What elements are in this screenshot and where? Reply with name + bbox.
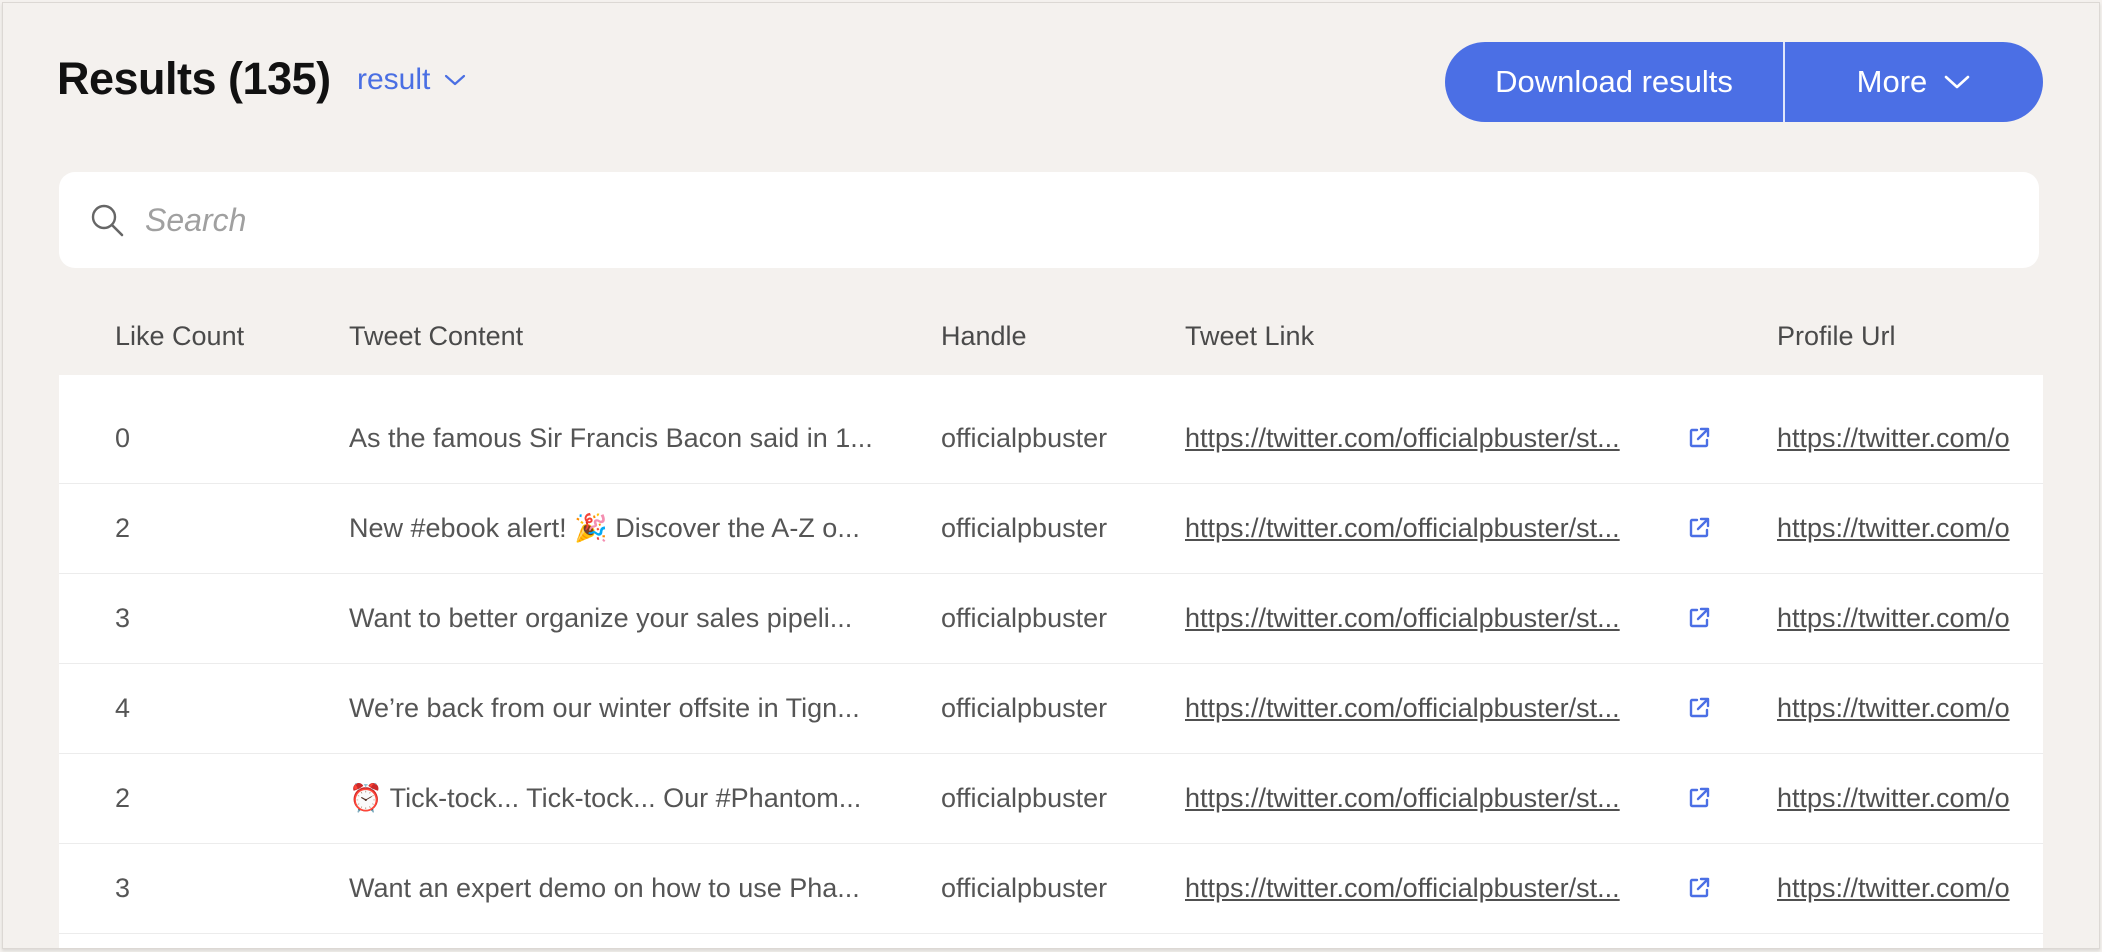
more-button[interactable]: More [1785, 42, 2043, 122]
tweet-link[interactable]: https://twitter.com/officialpbuster/st..… [1185, 753, 1665, 843]
column-header-profile-url[interactable]: Profile Url [1777, 321, 1896, 352]
external-link-icon[interactable] [1687, 573, 1717, 663]
like-count-cell: 0 [115, 423, 131, 453]
handle-cell: officialpbuster [941, 513, 1108, 543]
table-row: 3 Want an expert demo on how to use Pha.… [59, 843, 2043, 934]
handle-cell: officialpbuster [941, 873, 1108, 903]
results-panel: Results (135) result Download results Mo… [2, 2, 2100, 949]
like-count-cell: 4 [115, 693, 131, 723]
profile-url-link[interactable]: https://twitter.com/o [1777, 573, 2043, 663]
tweet-content-cell: Want an expert demo on how to use Pha... [349, 873, 860, 903]
profile-url-link[interactable]: https://twitter.com/o [1777, 753, 2043, 843]
results-table: 0 As the famous Sir Francis Bacon said i… [59, 375, 2043, 948]
column-header-like-count[interactable]: Like Count [115, 321, 244, 352]
chevron-down-icon [1945, 75, 1970, 89]
tweet-content-cell: Want to better organize your sales pipel… [349, 603, 853, 633]
like-count-cell: 3 [115, 603, 131, 633]
table-header: Like Count Tweet Content Handle Tweet Li… [59, 303, 2043, 375]
tweet-content-cell: New #ebook alert! 🎉 Discover the A-Z o..… [349, 513, 860, 543]
result-view-label: result [357, 63, 431, 96]
like-count-cell: 2 [115, 513, 131, 543]
like-count-cell: 2 [115, 783, 131, 813]
search-input[interactable] [143, 200, 1947, 240]
external-link-icon[interactable] [1687, 483, 1717, 573]
tweet-content-cell: As the famous Sir Francis Bacon said in … [349, 423, 873, 453]
table-row: 4 We’re back from our winter offsite in … [59, 663, 2043, 754]
profile-url-link[interactable]: https://twitter.com/o [1777, 843, 2043, 933]
table-row: 3 Want to better organize your sales pip… [59, 573, 2043, 664]
search-icon [91, 204, 124, 237]
external-link-icon[interactable] [1687, 843, 1717, 933]
profile-url-link[interactable]: https://twitter.com/o [1777, 393, 2043, 483]
chevron-down-icon [445, 74, 466, 86]
tweet-link[interactable]: https://twitter.com/officialpbuster/st..… [1185, 483, 1665, 573]
table-row: 2 ⏰ Tick-tock... Tick-tock... Our #Phant… [59, 753, 2043, 844]
result-view-dropdown[interactable]: result [357, 63, 466, 97]
download-results-button[interactable]: Download results [1445, 42, 1783, 122]
profile-url-link[interactable]: https://twitter.com/o [1777, 663, 2043, 753]
handle-cell: officialpbuster [941, 603, 1108, 633]
handle-cell: officialpbuster [941, 693, 1108, 723]
tweet-link[interactable]: https://twitter.com/officialpbuster/st..… [1185, 663, 1665, 753]
tweet-content-cell: ⏰ Tick-tock... Tick-tock... Our #Phantom… [349, 783, 862, 813]
tweet-link[interactable]: https://twitter.com/officialpbuster/st..… [1185, 393, 1665, 483]
download-results-label: Download results [1495, 64, 1733, 99]
handle-cell: officialpbuster [941, 423, 1108, 453]
column-header-tweet-link[interactable]: Tweet Link [1185, 321, 1314, 352]
table-row: 0 As the famous Sir Francis Bacon said i… [59, 393, 2043, 484]
page-title: Results (135) [57, 53, 331, 104]
handle-cell: officialpbuster [941, 783, 1108, 813]
table-row: 2 New #ebook alert! 🎉 Discover the A-Z o… [59, 483, 2043, 574]
profile-url-link[interactable]: https://twitter.com/o [1777, 483, 2043, 573]
tweet-content-cell: We’re back from our winter offsite in Ti… [349, 693, 860, 723]
column-header-tweet-content[interactable]: Tweet Content [349, 321, 523, 352]
external-link-icon[interactable] [1687, 753, 1717, 843]
tweet-link[interactable]: https://twitter.com/officialpbuster/st..… [1185, 573, 1665, 663]
search-bar [59, 172, 2039, 268]
column-header-handle[interactable]: Handle [941, 321, 1027, 352]
actions-button-group: Download results More [1445, 42, 2043, 122]
like-count-cell: 3 [115, 873, 131, 903]
more-label: More [1856, 64, 1928, 99]
external-link-icon[interactable] [1687, 663, 1717, 753]
tweet-link[interactable]: https://twitter.com/officialpbuster/st..… [1185, 843, 1665, 933]
external-link-icon[interactable] [1687, 393, 1717, 483]
